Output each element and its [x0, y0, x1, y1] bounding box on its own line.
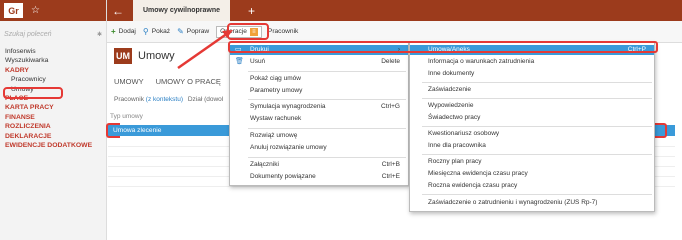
annotation-arrow — [177, 30, 233, 70]
